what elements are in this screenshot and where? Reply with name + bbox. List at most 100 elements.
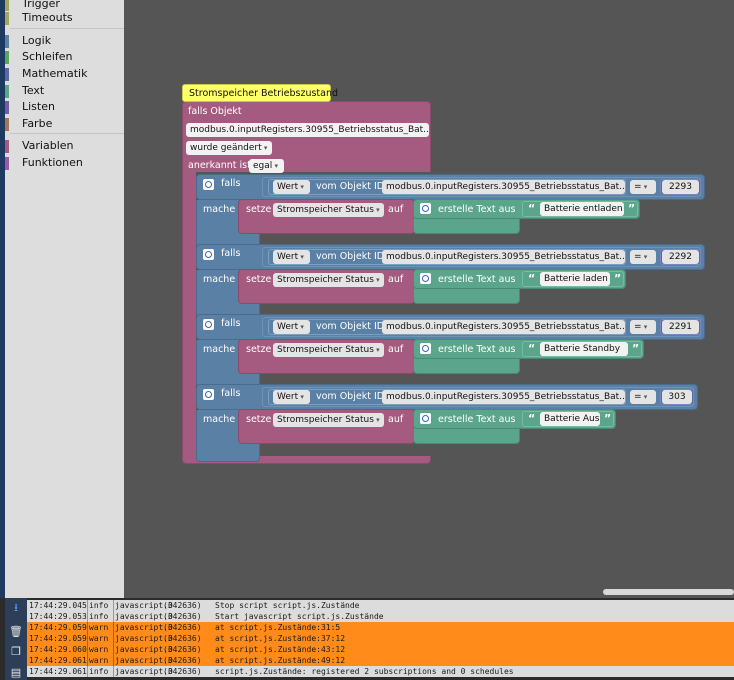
trigger-change-dropdown[interactable]: wurde geändert xyxy=(186,141,272,155)
download-icon[interactable]: ⭳ xyxy=(9,602,23,614)
text-value-field[interactable]: Batterie Aus xyxy=(540,412,600,426)
log-pid: (342636) xyxy=(163,623,202,632)
value-type-dropdown[interactable]: Wert xyxy=(273,250,310,264)
value-type-dropdown[interactable]: Wert xyxy=(273,180,310,194)
create-text-label: erstelle Text aus xyxy=(438,204,516,215)
log-time: 17:44:29.060 xyxy=(29,645,87,654)
log-pid: (342636) xyxy=(163,612,202,621)
log-severity: warn xyxy=(89,623,109,632)
log-row: 17:44:29.059 warn javascript.0 (342636) at s… xyxy=(27,633,734,644)
create-text-label: erstelle Text aus xyxy=(438,344,516,355)
text-mutator-gear-icon[interactable] xyxy=(420,203,431,214)
trash-icon[interactable]: 🗑 xyxy=(9,626,23,638)
log-row: 17:44:29.061 info javascript.0 (342636) scri… xyxy=(27,666,734,677)
text-value-field[interactable]: Batterie laden xyxy=(540,272,610,286)
log-row: 17:44:29.060 warn javascript.0 (342636) at s… xyxy=(27,644,734,655)
blockly-toolbox: Trigger Timeouts Logik Schleifen Mathema… xyxy=(0,0,124,598)
if-falls-label: falls xyxy=(221,178,241,189)
text-mutator-gear-icon[interactable] xyxy=(420,273,431,284)
log-time: 17:44:29.059 xyxy=(29,623,87,632)
value-type-dropdown[interactable]: Wert xyxy=(273,320,310,334)
operator-dropdown[interactable]: = xyxy=(630,390,656,404)
create-text-label: erstelle Text aus xyxy=(438,274,516,285)
if-mutator-gear-icon[interactable] xyxy=(203,389,214,400)
condition-object-id-field[interactable]: modbus.0.inputRegisters.30955_Betriebsst… xyxy=(382,390,625,404)
condition-object-id-field[interactable]: modbus.0.inputRegisters.30955_Betriebsst… xyxy=(382,180,625,194)
if-mutator-gear-icon[interactable] xyxy=(203,249,214,260)
comment-bubble[interactable]: Stromspeicher Betriebszustand xyxy=(182,84,338,102)
terminal-icon[interactable]: ▤ xyxy=(9,667,23,679)
log-pid: (342636) xyxy=(163,656,202,665)
log-message: Start javascript script.js.Zustände xyxy=(215,612,384,621)
log-message: Stop script script.js.Zustände xyxy=(215,601,360,610)
script-editor-window: Trigger Timeouts Logik Schleifen Mathema… xyxy=(0,0,734,680)
log-message: at script.js.Zustände:43:12 xyxy=(215,645,346,654)
log-time: 17:44:29.045 xyxy=(29,601,87,610)
variable-dropdown[interactable]: Stromspeicher Status xyxy=(273,273,384,287)
vom-objekt-label: vom Objekt ID xyxy=(316,391,385,402)
text-mutator-gear-icon[interactable] xyxy=(420,413,431,424)
log-time: 17:44:29.059 xyxy=(29,634,87,643)
trigger-label: falls Objekt xyxy=(188,106,242,117)
if-mutator-gear-icon[interactable] xyxy=(203,179,214,190)
left-edge-strip xyxy=(0,0,5,680)
if-falls-label: falls xyxy=(221,248,241,259)
vom-objekt-label: vom Objekt ID xyxy=(316,251,385,262)
comment-text: Stromspeicher Betriebszustand xyxy=(189,88,339,99)
log-pid: (342636) xyxy=(163,667,202,676)
setze-label: setze xyxy=(246,274,272,285)
value-type-dropdown[interactable]: Wert xyxy=(273,390,310,404)
vom-objekt-label: vom Objekt ID xyxy=(316,181,385,192)
log-toolbar: ⭳ 🗑 ❐ ▤ xyxy=(5,598,27,680)
log-time: 17:44:29.061 xyxy=(29,656,87,665)
variable-dropdown[interactable]: Stromspeicher Status xyxy=(273,203,384,217)
log-severity: info xyxy=(89,667,109,676)
variable-dropdown[interactable]: Stromspeicher Status xyxy=(273,413,384,427)
copy-icon[interactable]: ❐ xyxy=(9,646,23,658)
quote-close-icon: ” xyxy=(604,412,612,425)
trigger-ack-dropdown[interactable]: egal xyxy=(249,159,284,173)
text-mutator-gear-icon[interactable] xyxy=(420,343,431,354)
variable-dropdown[interactable]: Stromspeicher Status xyxy=(273,343,384,357)
log-panel: ⭳ 🗑 ❐ ▤ 17:44:29.045 info javascript.0 (342… xyxy=(0,598,734,680)
quote-open-icon: “ xyxy=(528,412,536,425)
condition-object-id-field[interactable]: modbus.0.inputRegisters.30955_Betriebsst… xyxy=(382,320,625,334)
operator-dropdown[interactable]: = xyxy=(630,250,656,264)
setze-label: setze xyxy=(246,414,272,425)
log-row: 17:44:29.045 info javascript.0 (342636) Stop… xyxy=(27,600,734,611)
quote-open-icon: “ xyxy=(528,272,536,285)
quote-open-icon: “ xyxy=(528,202,536,215)
quote-close-icon: ” xyxy=(632,342,640,355)
condition-object-id-field[interactable]: modbus.0.inputRegisters.30955_Betriebsst… xyxy=(382,250,625,264)
log-pid: (342636) xyxy=(163,601,202,610)
create-text-label: erstelle Text aus xyxy=(438,414,516,425)
log-severity: warn xyxy=(89,634,109,643)
compare-value-field[interactable]: 303 xyxy=(662,390,692,404)
compare-value-field[interactable]: 2292 xyxy=(662,250,699,264)
if-falls-label: falls xyxy=(221,388,241,399)
log-message: script.js.Zustände: registered 2 subscri… xyxy=(215,667,514,676)
auf-label: auf xyxy=(388,274,404,285)
compare-value-field[interactable]: 2291 xyxy=(662,320,699,334)
auf-label: auf xyxy=(388,414,404,425)
if-mutator-gear-icon[interactable] xyxy=(203,319,214,330)
operator-dropdown[interactable]: = xyxy=(630,320,656,334)
auf-label: auf xyxy=(388,204,404,215)
log-time: 17:44:29.061 xyxy=(29,667,87,676)
if-mache-label: mache xyxy=(203,274,236,285)
trigger-ack-label: anerkannt ist xyxy=(188,160,251,171)
auf-label: auf xyxy=(388,344,404,355)
log-severity: info xyxy=(89,601,109,610)
trigger-object-id-field[interactable]: modbus.0.inputRegisters.30955_Betriebsst… xyxy=(186,123,429,137)
compare-value-field[interactable]: 2293 xyxy=(662,180,699,194)
log-message: at script.js.Zustände:31:5 xyxy=(215,623,341,632)
operator-dropdown[interactable]: = xyxy=(630,180,656,194)
setze-label: setze xyxy=(246,204,272,215)
text-value-field[interactable]: Batterie Standby xyxy=(540,342,628,356)
setze-label: setze xyxy=(246,344,272,355)
workspace-horizontal-scrollbar[interactable] xyxy=(603,589,734,595)
if-mache-label: mache xyxy=(203,204,236,215)
toolbox-separator xyxy=(10,28,124,29)
text-value-field[interactable]: Batterie entladen xyxy=(540,202,624,216)
log-severity: warn xyxy=(89,656,109,665)
